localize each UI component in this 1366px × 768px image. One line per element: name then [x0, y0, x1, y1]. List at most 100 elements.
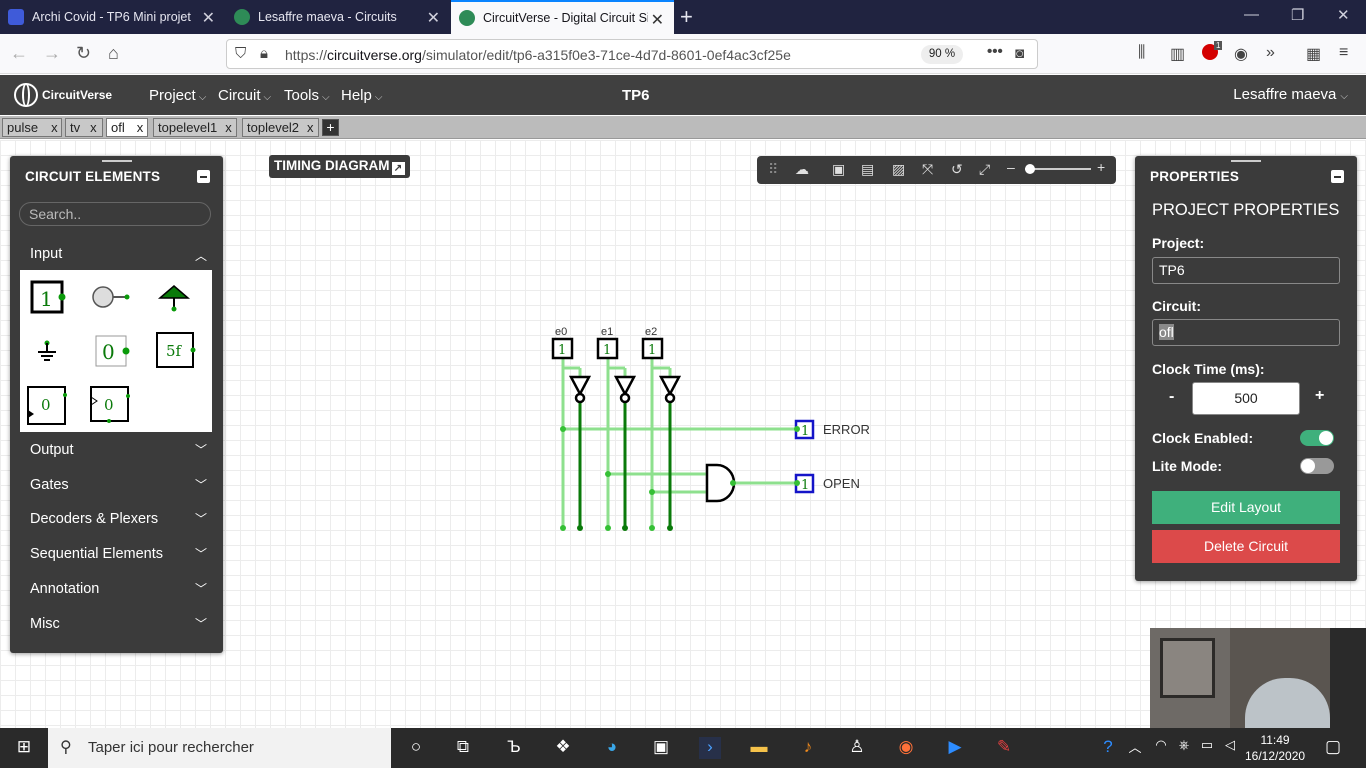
category-gates[interactable]: Gates — [30, 477, 69, 493]
panel-title: CIRCUIT ELEMENTS — [25, 169, 161, 184]
delete-circuit-button[interactable]: Delete Circuit — [1152, 530, 1340, 563]
button-element — [92, 286, 114, 308]
input-e2-value: 1 — [648, 343, 656, 358]
search-icon: ⚲ — [60, 739, 72, 756]
windows-start-icon[interactable]: ⊞ — [13, 737, 35, 759]
input-e0-value: 1 — [558, 343, 566, 358]
zoom-icon[interactable]: ▶ — [944, 737, 966, 759]
taskbar-search[interactable]: ⚲ Taper ici pour rechercher — [48, 728, 391, 768]
constant-value: 0 — [102, 340, 115, 364]
powershell-icon[interactable]: › — [699, 737, 721, 759]
project-properties-heading: PROJECT PROPERTIES — [1152, 201, 1340, 219]
category-decoders[interactable]: Decoders & Plexers — [30, 511, 158, 527]
power-element — [157, 285, 191, 299]
input-elements-grid: 1 0 5f 0 0 — [20, 270, 212, 432]
battery-icon[interactable]: ▭ — [1196, 737, 1218, 759]
chevron-up-icon[interactable]: ︿ — [1124, 737, 1146, 759]
zoom-in-icon[interactable]: + — [1097, 159, 1105, 175]
minimize-panel-icon[interactable] — [197, 170, 210, 183]
category-sequential[interactable]: Sequential Elements — [30, 546, 163, 562]
delete-icon[interactable]: ▤ — [861, 161, 874, 178]
chevron-down-icon[interactable]: ﹀ — [195, 580, 207, 597]
notifications-icon[interactable]: ▢ — [1322, 737, 1344, 759]
volume-icon[interactable]: ◁ — [1219, 737, 1241, 759]
drag-handle-icon[interactable]: ⠿ — [768, 161, 778, 178]
chevron-down-icon[interactable]: ﹀ — [195, 545, 207, 562]
wire-node — [560, 426, 566, 432]
element-search-input[interactable]: Search.. — [19, 202, 211, 226]
image-icon[interactable]: ▨ — [892, 161, 905, 178]
lite-mode-toggle[interactable] — [1300, 458, 1334, 474]
typora-icon[interactable]: Ъ — [503, 737, 525, 759]
not-gate-0-bubble — [574, 392, 586, 404]
task-view-icon[interactable]: ⧉ — [452, 737, 474, 759]
circuit-name-input[interactable]: ofl — [1152, 319, 1340, 346]
panel-grip[interactable] — [1231, 160, 1261, 162]
not-gate-2-bubble — [664, 392, 676, 404]
output-open-node — [794, 480, 800, 486]
edit-layout-button[interactable]: Edit Layout — [1152, 491, 1340, 524]
network-icon[interactable]: ⎈ — [1173, 737, 1195, 759]
wire-node — [577, 525, 583, 531]
category-annotation[interactable]: Annotation — [30, 581, 99, 597]
store-icon[interactable]: ▣ — [650, 737, 672, 759]
not-gate-1-bubble — [619, 392, 631, 404]
category-misc[interactable]: Misc — [30, 616, 60, 632]
clock-a-value: 0 — [41, 396, 51, 414]
clock-decrement-button[interactable]: - — [1169, 388, 1174, 406]
firefox-icon[interactable]: ◉ — [895, 737, 917, 759]
zoom-slider[interactable] — [1025, 164, 1091, 174]
properties-panel: PROPERTIES PROJECT PROPERTIES Project: T… — [1135, 156, 1357, 581]
and-gate-output-node — [730, 480, 736, 486]
file-explorer-icon[interactable]: ▬ — [748, 737, 770, 759]
and-gate — [705, 463, 736, 503]
edge-icon[interactable]: ◕ — [601, 737, 623, 759]
lite-mode-label: Lite Mode: — [1152, 458, 1222, 474]
cloud-upload-icon[interactable]: ☁ — [795, 161, 809, 178]
taskbar-clock[interactable]: 11:49 16/12/2020 — [1245, 732, 1305, 764]
linux-icon[interactable]: ♙ — [846, 737, 868, 759]
chevron-down-icon[interactable]: ﹀ — [195, 615, 207, 632]
help-icon[interactable]: ? — [1097, 737, 1119, 759]
wifi-icon[interactable]: ◠ — [1150, 737, 1172, 759]
toggle-knob — [1301, 459, 1315, 473]
timing-diagram-button[interactable]: TIMING DIAGRAM ↗ — [269, 155, 410, 178]
clock-increment-button[interactable]: + — [1315, 387, 1324, 405]
windows-taskbar: ⊞ ⚲ Taper ici pour rechercher ○ ⧉ Ъ ❖ ◕ … — [0, 728, 1366, 768]
output-open-label: OPEN — [823, 476, 860, 491]
wire-node — [649, 525, 655, 531]
chevron-down-icon[interactable]: ﹀ — [195, 441, 207, 458]
chevron-down-icon[interactable]: ﹀ — [195, 476, 207, 493]
output-error-label: ERROR — [823, 422, 870, 437]
wire-node — [622, 525, 628, 531]
output-error-value: 1 — [801, 424, 809, 439]
dropbox-icon[interactable]: ❖ — [552, 737, 574, 759]
cortana-icon[interactable]: ○ — [405, 737, 427, 759]
zoom-out-icon[interactable]: – — [1007, 159, 1015, 175]
clock-time-label: Clock Time (ms): — [1152, 361, 1265, 377]
chevron-up-icon[interactable]: ︿ — [195, 247, 207, 264]
clock-enabled-toggle[interactable] — [1300, 430, 1334, 446]
canvas-toolbar: ⠿ ☁ ▣ ▤ ▨ ⤧ ↺ ⤢ – + — [757, 156, 1116, 184]
wire-node — [649, 489, 655, 495]
expand-icon: ↗ — [391, 162, 405, 175]
category-input[interactable]: Input — [30, 246, 62, 262]
paint-icon[interactable]: ✎ — [993, 737, 1015, 759]
fullscreen-icon[interactable]: ⤢ — [979, 161, 990, 178]
save-icon[interactable]: ▣ — [832, 161, 845, 178]
fit-icon[interactable]: ⤧ — [922, 161, 933, 178]
input-label-e0: e0 — [555, 326, 567, 338]
chevron-down-icon[interactable]: ﹀ — [195, 510, 207, 527]
clock-time-input[interactable]: 500 — [1192, 382, 1300, 415]
undo-icon[interactable]: ↺ — [951, 161, 963, 178]
not-gate-1 — [613, 375, 637, 397]
fl-studio-icon[interactable]: ♪ — [797, 737, 819, 759]
wire-node — [605, 525, 611, 531]
project-label: Project: — [1152, 235, 1205, 251]
panel-grip[interactable] — [101, 160, 132, 162]
minimize-panel-icon[interactable] — [1331, 170, 1344, 183]
zoom-slider-knob[interactable] — [1025, 164, 1035, 174]
project-name-input[interactable]: TP6 — [1152, 257, 1340, 284]
category-output[interactable]: Output — [30, 442, 74, 458]
wire-node — [605, 471, 611, 477]
